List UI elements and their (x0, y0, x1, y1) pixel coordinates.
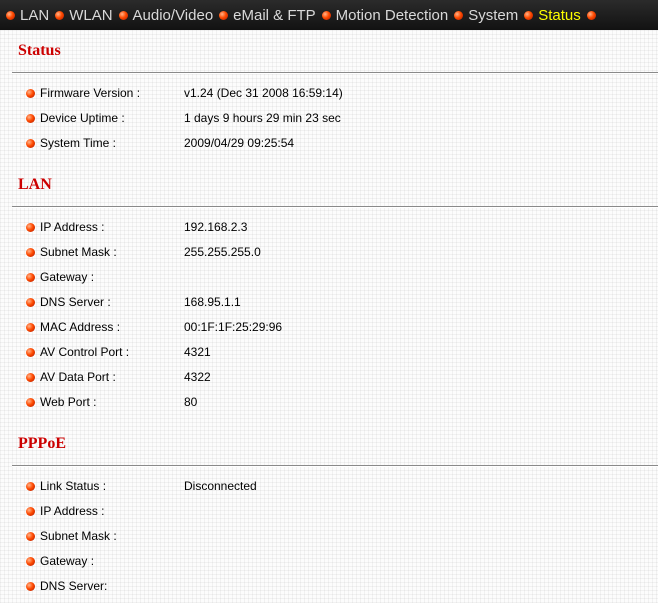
orange-bullet-icon (26, 89, 35, 98)
orange-bullet-icon (26, 273, 35, 282)
info-row-lan-gateway: Gateway : (0, 268, 658, 288)
row-label: AV Control Port : (40, 345, 130, 359)
section-title-status: Status (18, 42, 61, 59)
info-row-lan-av-control-port: AV Control Port : 4321 (0, 343, 658, 363)
nav-item-wlan[interactable]: WLAN (55, 6, 113, 24)
nav-item-motion-detection[interactable]: Motion Detection (321, 6, 449, 24)
orange-bullet-icon (219, 10, 229, 20)
row-value: 192.168.2.3 (184, 220, 248, 234)
nav-item-system[interactable]: System (454, 7, 518, 24)
row-value: 00:1F:1F:25:29:96 (184, 320, 283, 334)
orange-bullet-icon (26, 557, 35, 566)
nav-item-label: eMail & FTP (233, 6, 316, 24)
orange-bullet-icon (26, 582, 35, 591)
nav-item-label: WLAN (69, 6, 113, 24)
nav-item-status[interactable]: Status (524, 7, 581, 24)
nav-item-email-ftp[interactable]: eMail & FTP (219, 7, 316, 24)
section-title-lan: LAN (18, 176, 52, 193)
orange-bullet-icon (26, 248, 35, 257)
orange-bullet-icon (26, 323, 35, 332)
section-divider (12, 206, 658, 208)
row-value: 168.95.1.1 (184, 295, 241, 309)
row-label: DNS Server: (40, 579, 108, 593)
nav-item-audio-video[interactable]: Audio/Video (118, 6, 214, 24)
row-value: 4322 (184, 370, 211, 384)
row-label: Link Status : (40, 479, 107, 493)
orange-bullet-icon (118, 10, 128, 20)
nav-item-label: Status (538, 6, 581, 24)
info-row-pppoe-link-status: Link Status : Disconnected (0, 477, 658, 497)
nav-item-label: Motion Detection (335, 6, 449, 24)
row-label: IP Address : (40, 504, 105, 518)
orange-bullet-icon (586, 10, 596, 20)
row-label: MAC Address : (40, 320, 121, 334)
row-value: 2009/04/29 09:25:54 (184, 136, 295, 150)
orange-bullet-icon (26, 223, 35, 232)
row-label: Web Port : (40, 395, 97, 409)
info-row-device-uptime: Device Uptime : 1 days 9 hours 29 min 23… (0, 109, 658, 129)
nav-item-lan[interactable]: LAN (6, 7, 49, 24)
orange-bullet-icon (321, 10, 331, 20)
nav-item-label: System (468, 6, 519, 24)
section-divider (12, 465, 658, 467)
orange-bullet-icon (26, 532, 35, 541)
row-label: Gateway : (40, 270, 95, 284)
row-label: Gateway : (40, 554, 95, 568)
row-label: AV Data Port : (40, 370, 116, 384)
orange-bullet-icon (26, 507, 35, 516)
row-value: 4321 (184, 345, 211, 359)
orange-bullet-icon (26, 298, 35, 307)
row-value: 80 (184, 395, 198, 409)
orange-bullet-icon (524, 10, 534, 20)
top-nav-bar: LAN WLAN Audio/Video eMail & FTP Motion … (0, 0, 658, 30)
section-divider (12, 72, 658, 74)
orange-bullet-icon (26, 348, 35, 357)
row-label: System Time : (40, 136, 117, 150)
info-row-lan-subnet-mask: Subnet Mask : 255.255.255.0 (0, 243, 658, 263)
info-row-firmware-version: Firmware Version : v1.24 (Dec 31 2008 16… (0, 84, 658, 104)
orange-bullet-icon (26, 373, 35, 382)
info-row-lan-ip-address: IP Address : 192.168.2.3 (0, 218, 658, 238)
info-row-pppoe-gateway: Gateway : (0, 552, 658, 572)
orange-bullet-icon (26, 482, 35, 491)
info-row-lan-av-data-port: AV Data Port : 4322 (0, 368, 658, 388)
status-content-panel: Status Firmware Version : v1.24 (Dec 31 … (0, 30, 658, 603)
info-row-pppoe-ip-address: IP Address : (0, 502, 658, 522)
nav-item-label: LAN (20, 6, 50, 24)
row-value: 1 days 9 hours 29 min 23 sec (184, 111, 341, 125)
nav-item-overflow[interactable] (586, 10, 601, 20)
info-row-lan-dns-server: DNS Server : 168.95.1.1 (0, 293, 658, 313)
orange-bullet-icon (26, 139, 35, 148)
orange-bullet-icon (454, 10, 464, 20)
orange-bullet-icon (6, 10, 15, 20)
info-row-pppoe-subnet-mask: Subnet Mask : (0, 527, 658, 547)
orange-bullet-icon (55, 10, 65, 20)
info-row-lan-mac-address: MAC Address : 00:1F:1F:25:29:96 (0, 318, 658, 338)
orange-bullet-icon (26, 114, 35, 123)
row-label: Subnet Mask : (40, 245, 117, 259)
row-label: DNS Server : (40, 295, 111, 309)
row-label: IP Address : (40, 220, 105, 234)
section-title-pppoe: PPPoE (18, 435, 66, 452)
row-label: Device Uptime : (40, 111, 125, 125)
info-row-pppoe-dns-server: DNS Server: (0, 577, 658, 597)
info-row-system-time: System Time : 2009/04/29 09:25:54 (0, 134, 658, 154)
nav-item-label: Audio/Video (132, 6, 214, 24)
row-label: Subnet Mask : (40, 529, 117, 543)
row-value: v1.24 (Dec 31 2008 16:59:14) (184, 86, 343, 100)
orange-bullet-icon (26, 398, 35, 407)
row-value: 255.255.255.0 (184, 245, 261, 259)
row-label: Firmware Version : (40, 86, 141, 100)
row-value: Disconnected (184, 479, 257, 493)
info-row-lan-web-port: Web Port : 80 (0, 393, 658, 413)
